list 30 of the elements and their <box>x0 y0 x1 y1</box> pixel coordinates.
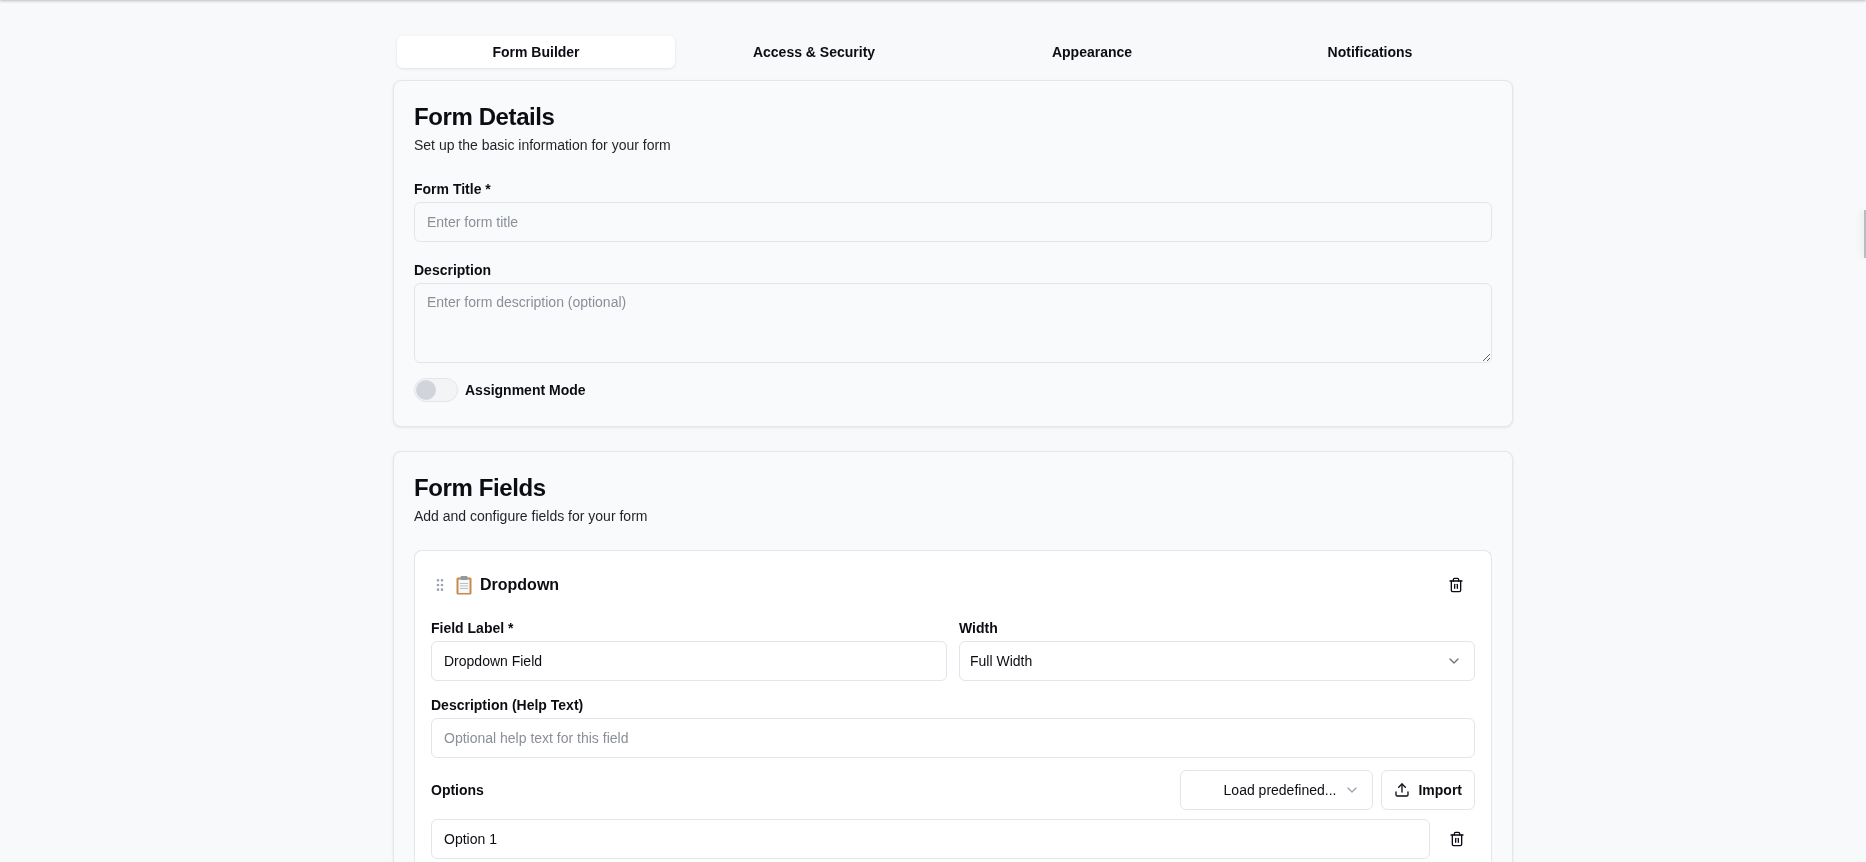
width-select[interactable]: Full Width <box>959 641 1475 681</box>
card-subtitle: Add and configure fields for your form <box>414 507 649 526</box>
assignment-mode-toggle[interactable] <box>414 378 458 402</box>
clipboard-icon <box>456 575 472 595</box>
preset-select[interactable]: Load predefined... <box>1180 770 1374 810</box>
field-type-title: Dropdown <box>480 576 561 594</box>
field-label: Description <box>414 261 492 280</box>
field-label: Description (Help Text) <box>431 696 585 715</box>
tab[interactable]: Notifications <box>1231 36 1509 68</box>
upload-icon <box>1394 782 1411 798</box>
card-title: Form Details <box>414 105 556 129</box>
options-label: Options <box>431 782 485 798</box>
trash-icon <box>1448 831 1465 847</box>
option-input[interactable]: Option 1 <box>431 819 1430 859</box>
card-title: Form Fields <box>414 476 547 500</box>
text-input[interactable]: Optional help text for this field <box>431 718 1475 758</box>
tab[interactable]: Access & Security <box>675 36 953 68</box>
text-input[interactable]: Dropdown Field <box>431 641 947 681</box>
side-panel-edge <box>1864 210 1866 258</box>
toggle-label: Assignment Mode <box>465 382 586 398</box>
tab[interactable]: Appearance <box>953 36 1231 68</box>
text-input[interactable]: Enter form title <box>414 202 1492 242</box>
import-button[interactable]: Import <box>1381 770 1475 810</box>
trash-icon <box>1448 577 1464 593</box>
tab[interactable]: Form Builder <box>397 36 675 68</box>
field-label: Width <box>959 619 999 638</box>
textarea-field[interactable]: Enter form description (optional) <box>414 283 1492 363</box>
card-subtitle: Set up the basic information for your form <box>414 136 672 155</box>
field-label: Form Title * <box>414 180 492 199</box>
field-label: Field Label * <box>431 619 515 638</box>
